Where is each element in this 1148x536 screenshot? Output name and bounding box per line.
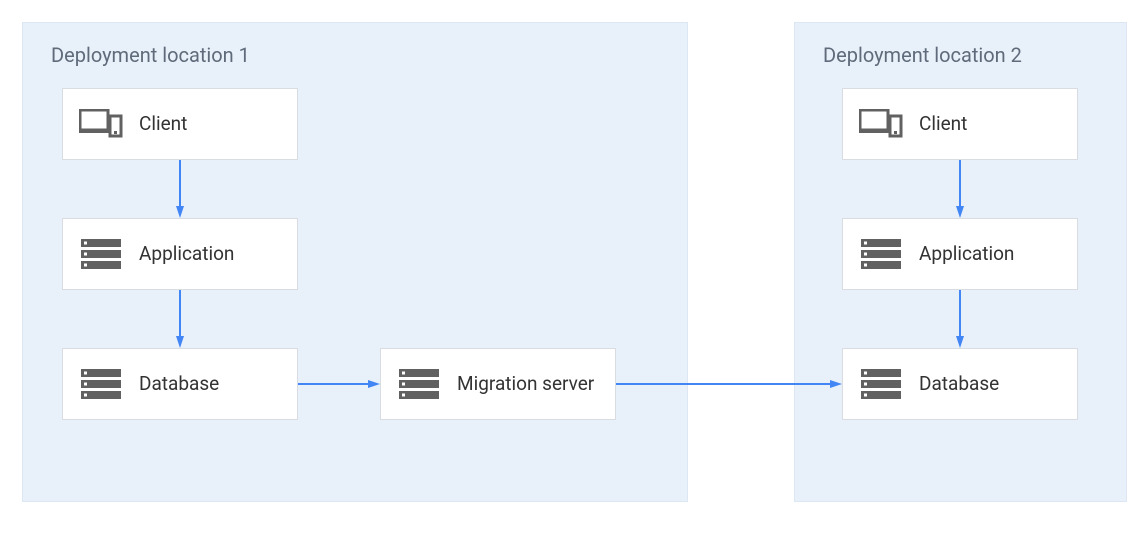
node-database-2: Database — [842, 348, 1078, 420]
region-title-2: Deployment location 2 — [823, 43, 1022, 67]
server-icon — [859, 232, 903, 276]
server-icon — [79, 232, 123, 276]
node-label: Database — [139, 373, 219, 396]
node-label: Database — [919, 373, 999, 396]
arrow-app1-db1 — [176, 290, 184, 348]
node-database-1: Database — [62, 348, 298, 420]
node-label: Client — [139, 113, 187, 136]
node-label: Client — [919, 113, 967, 136]
arrow-db1-migration — [298, 380, 380, 388]
server-icon — [397, 362, 441, 406]
region-title-1: Deployment location 1 — [51, 43, 250, 67]
arrow-app2-db2 — [956, 290, 964, 348]
devices-icon — [79, 102, 123, 146]
node-migration-server: Migration server — [380, 348, 616, 420]
arrow-migration-db2 — [616, 380, 842, 388]
node-application-2: Application — [842, 218, 1078, 290]
node-label: Application — [919, 243, 1014, 266]
node-client-1: Client — [62, 88, 298, 160]
node-application-1: Application — [62, 218, 298, 290]
node-label: Migration server — [457, 373, 594, 396]
arrow-client2-app2 — [956, 160, 964, 218]
node-label: Application — [139, 243, 234, 266]
server-icon — [79, 362, 123, 406]
devices-icon — [859, 102, 903, 146]
server-icon — [859, 362, 903, 406]
node-client-2: Client — [842, 88, 1078, 160]
arrow-client1-app1 — [176, 160, 184, 218]
